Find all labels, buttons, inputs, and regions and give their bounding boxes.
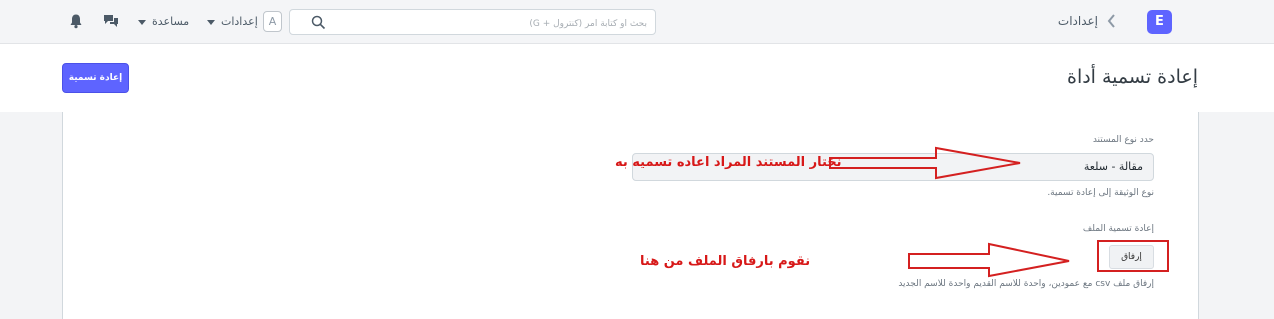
settings-menu-label: إعدادات [221, 15, 258, 28]
page-title: إعادة تسمية أداة [1066, 66, 1198, 88]
search-icon [311, 15, 326, 30]
settings-menu[interactable]: إعدادات [207, 15, 258, 28]
attach-annotation: نقوم بارفاق الملف من هنا [640, 254, 811, 269]
help-menu[interactable]: مساعدة [138, 15, 189, 28]
navbar: E إعدادات A إعدادات مساعدة [0, 0, 1274, 44]
page-head: إعادة تسمية أداة إعادة تسمية [0, 44, 1274, 113]
app-logo[interactable]: E [1147, 10, 1172, 34]
search-box[interactable] [289, 9, 656, 35]
doctype-select-value: مقالة - سلعة [1083, 160, 1143, 173]
avatar[interactable]: A [263, 11, 282, 32]
right-arrow-icon [908, 242, 1070, 278]
rename-button[interactable]: إعادة تسمية [62, 63, 129, 93]
right-arrow-icon [829, 146, 1021, 180]
caret-down-icon [207, 19, 215, 25]
doctype-description: نوع الوثيقة إلى إعادة تسمية. [1047, 188, 1154, 198]
chevron-left-icon [1107, 14, 1115, 28]
caret-down-icon [138, 19, 146, 25]
select-annotation: نختار المستند المراد اعاده تسميه به [615, 155, 842, 170]
file-description: إرفاق ملف csv مع عمودين، واحدة للاسم الق… [898, 279, 1154, 289]
bell-icon[interactable] [68, 13, 84, 29]
search-input[interactable] [330, 14, 649, 33]
breadcrumb-settings[interactable]: إعدادات [1058, 14, 1098, 28]
attach-highlight-box [1097, 240, 1169, 272]
help-menu-label: مساعدة [152, 15, 190, 28]
chat-icon[interactable] [103, 13, 119, 29]
file-label: إعادة تسمية الملف [1082, 224, 1154, 234]
doctype-label: حدد نوع المستند [1092, 135, 1154, 145]
